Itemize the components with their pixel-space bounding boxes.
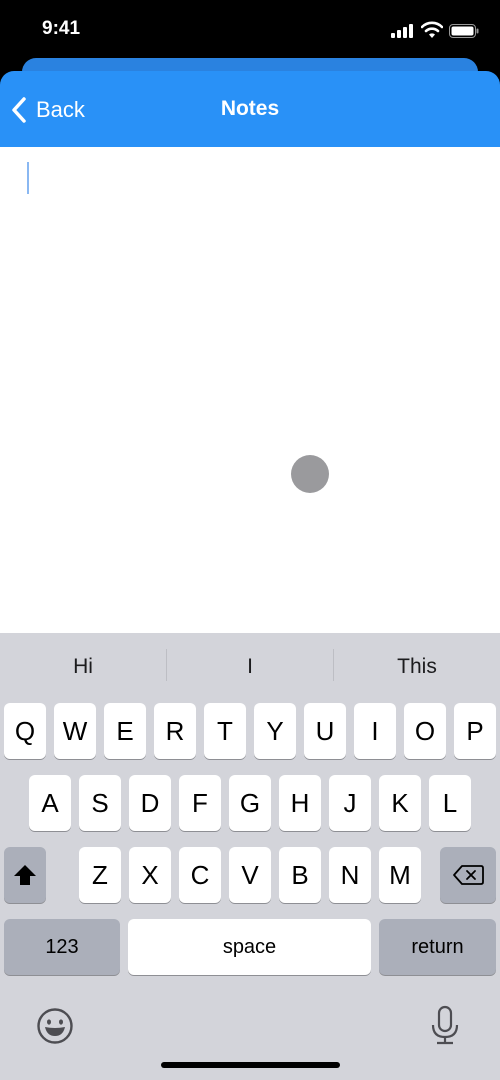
keyboard: Hi I This QWERTYUIOP ASDFGHJKL ZXCVBNM 1… xyxy=(0,633,500,1080)
key-z[interactable]: Z xyxy=(79,847,121,903)
shift-icon xyxy=(14,865,36,885)
key-p[interactable]: P xyxy=(454,703,496,759)
key-w[interactable]: W xyxy=(54,703,96,759)
key-c[interactable]: C xyxy=(179,847,221,903)
key-u[interactable]: U xyxy=(304,703,346,759)
key-v[interactable]: V xyxy=(229,847,271,903)
navigation-bar: Back Notes xyxy=(0,71,500,147)
key-n[interactable]: N xyxy=(329,847,371,903)
key-f[interactable]: F xyxy=(179,775,221,831)
key-h[interactable]: H xyxy=(279,775,321,831)
numbers-key[interactable]: 123 xyxy=(4,919,120,975)
space-key[interactable]: space xyxy=(128,919,371,975)
battery-icon xyxy=(449,24,479,38)
home-indicator[interactable] xyxy=(161,1062,340,1068)
status-bar: 9:41 xyxy=(0,0,500,60)
status-time: 9:41 xyxy=(42,18,81,39)
key-s[interactable]: S xyxy=(79,775,121,831)
cellular-signal-icon xyxy=(391,24,413,38)
shift-key[interactable] xyxy=(4,847,46,903)
key-o[interactable]: O xyxy=(404,703,446,759)
page-title: Notes xyxy=(220,97,280,120)
key-t[interactable]: T xyxy=(204,703,246,759)
emoji-icon[interactable] xyxy=(36,1007,74,1045)
wifi-icon xyxy=(421,21,443,38)
backspace-icon xyxy=(453,865,484,885)
key-q[interactable]: Q xyxy=(4,703,46,759)
key-l[interactable]: L xyxy=(429,775,471,831)
suggestion-3[interactable]: This xyxy=(334,633,500,701)
key-i[interactable]: I xyxy=(354,703,396,759)
key-a[interactable]: A xyxy=(29,775,71,831)
microphone-icon[interactable] xyxy=(437,1005,453,1033)
touch-indicator xyxy=(291,455,329,493)
suggestion-1[interactable]: Hi xyxy=(0,633,166,701)
return-key[interactable]: return xyxy=(379,919,496,975)
note-editor[interactable] xyxy=(0,147,500,633)
key-r[interactable]: R xyxy=(154,703,196,759)
text-cursor xyxy=(27,162,29,194)
key-m[interactable]: M xyxy=(379,847,421,903)
key-d[interactable]: D xyxy=(129,775,171,831)
key-x[interactable]: X xyxy=(129,847,171,903)
key-g[interactable]: G xyxy=(229,775,271,831)
key-y[interactable]: Y xyxy=(254,703,296,759)
key-e[interactable]: E xyxy=(104,703,146,759)
suggestion-2[interactable]: I xyxy=(167,633,333,701)
key-k[interactable]: K xyxy=(379,775,421,831)
key-j[interactable]: J xyxy=(329,775,371,831)
key-b[interactable]: B xyxy=(279,847,321,903)
delete-key[interactable] xyxy=(440,847,496,903)
